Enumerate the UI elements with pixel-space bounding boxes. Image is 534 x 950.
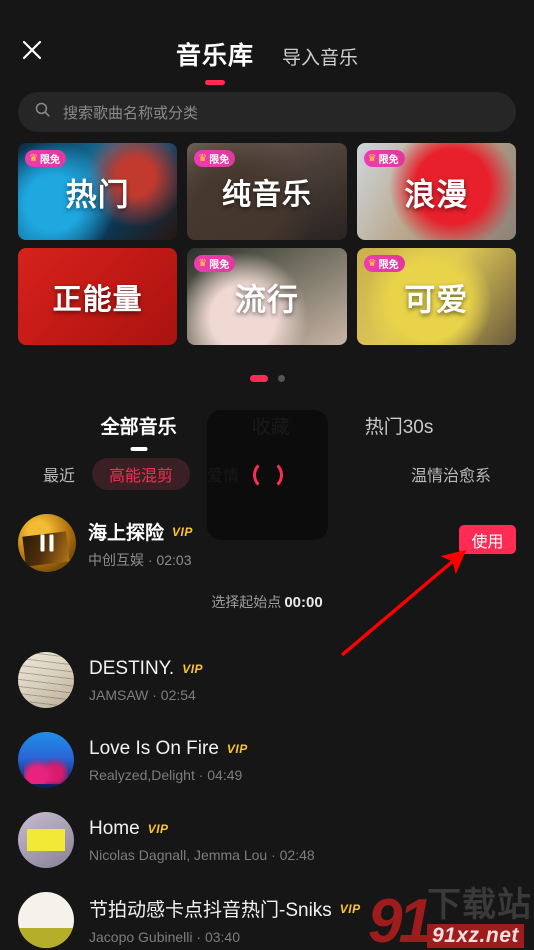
category-card-grid: ♛ 限免 热门 ♛ 限免 纯音乐 ♛ 限免 浪漫 正能量 ♛ 限免 流行 ♛ 限…	[18, 143, 516, 353]
song-cover	[18, 812, 74, 868]
crown-icon: ♛	[367, 152, 377, 164]
chip-high-energy-mix[interactable]: 高能混剪	[92, 458, 191, 490]
selected-track-meta: 中创互娱 · 02:03	[88, 552, 192, 568]
vip-badge: VIP	[339, 901, 361, 916]
badge-label: 限免	[209, 260, 230, 271]
watermark-site-name: 下载站	[427, 885, 532, 924]
song-info: Home VIP Nicolas Dagnall, Jemma Lou · 02…	[89, 818, 315, 863]
category-card-romance[interactable]: ♛ 限免 浪漫	[356, 143, 516, 240]
search-placeholder: 搜索歌曲名称或分类	[63, 104, 199, 122]
list-item[interactable]: Home VIP Nicolas Dagnall, Jemma Lou · 02…	[0, 800, 534, 880]
category-card-cute[interactable]: ♛ 限免 可爱	[356, 248, 516, 345]
category-row-2: 正能量 ♛ 限免 流行 ♛ 限免 可爱	[18, 248, 516, 345]
song-info: 节拍动感卡点抖音热门-Sniks VIP Jacopo Gubinelli · …	[89, 895, 361, 945]
loading-overlay	[207, 410, 328, 540]
music-library-screen: 音乐库 导入音乐 搜索歌曲名称或分类 ♛ 限免 热门 ♛ 限免 纯音乐 ♛ 限免…	[0, 0, 534, 950]
category-label: 热门	[65, 177, 130, 212]
badge-label: 限免	[209, 155, 230, 166]
pause-icon[interactable]	[40, 534, 54, 552]
song-title: Home	[89, 817, 140, 839]
start-point-selector[interactable]: 选择起始点 00:00	[0, 592, 534, 612]
badge-label: 限免	[39, 155, 60, 166]
vip-badge: VIP	[147, 821, 169, 836]
song-title: 节拍动感卡点抖音热门-Sniks	[89, 900, 332, 921]
chip-warm-healing[interactable]: 温情治愈系	[394, 458, 508, 490]
tab-music-library-label: 音乐库	[175, 42, 254, 70]
vip-badge: VIP	[226, 741, 248, 756]
carousel-pagination	[0, 375, 534, 382]
pagination-dot-active[interactable]	[249, 375, 268, 382]
song-title-row: DESTINY. VIP	[89, 658, 203, 680]
vip-badge: VIP	[182, 661, 204, 676]
song-subtitle: Nicolas Dagnall, Jemma Lou · 02:48	[89, 846, 315, 863]
crown-icon: ♛	[29, 152, 38, 164]
limited-free-badge: ♛ 限免	[363, 150, 405, 167]
selected-track-title: 海上探险	[88, 523, 165, 544]
category-label: 浪漫	[404, 177, 469, 212]
song-subtitle: Realyzed,Delight · 04:49	[89, 766, 243, 783]
song-cover	[18, 732, 74, 788]
search-input[interactable]: 搜索歌曲名称或分类	[18, 92, 516, 132]
song-info: DESTINY. VIP JAMSAW · 02:54	[89, 658, 203, 703]
chip-recent[interactable]: 最近	[26, 458, 92, 490]
list-item[interactable]: Love Is On Fire VIP Realyzed,Delight · 0…	[0, 720, 534, 800]
badge-label: 限免	[378, 155, 399, 166]
vip-badge: VIP	[172, 524, 193, 539]
category-card-pop[interactable]: ♛ 限免 流行	[187, 248, 347, 345]
song-info: Love Is On Fire VIP Realyzed,Delight · 0…	[89, 738, 248, 783]
badge-label: 限免	[378, 260, 399, 271]
category-card-pure-music[interactable]: ♛ 限免 纯音乐	[187, 143, 347, 240]
category-card-hot[interactable]: ♛ 限免 热门	[18, 143, 178, 240]
crown-icon: ♛	[198, 152, 208, 164]
song-title-row: Home VIP	[89, 818, 315, 840]
selected-track-title-row: 海上探险 VIP	[88, 518, 193, 545]
list-item[interactable]: DESTINY. VIP JAMSAW · 02:54	[0, 640, 534, 720]
header: 音乐库 导入音乐	[0, 0, 534, 85]
tab-music-library[interactable]: 音乐库	[175, 36, 254, 85]
start-point-value: 00:00	[284, 594, 323, 611]
search-icon	[34, 101, 51, 123]
section-tab-all-music[interactable]: 全部音乐	[100, 412, 177, 451]
category-label: 纯音乐	[221, 178, 312, 211]
song-subtitle: JAMSAW · 02:54	[89, 686, 196, 703]
song-cover	[18, 892, 74, 948]
tab-import-music[interactable]: 导入音乐	[282, 43, 358, 70]
category-row-1: ♛ 限免 热门 ♛ 限免 纯音乐 ♛ 限免 浪漫	[18, 143, 516, 240]
pagination-dot[interactable]	[277, 375, 285, 382]
loading-spinner-icon	[252, 460, 283, 490]
watermark-url: 91xz.net	[427, 923, 524, 948]
category-card-positive-energy[interactable]: 正能量	[18, 248, 178, 345]
category-label: 正能量	[52, 283, 143, 316]
song-cover	[18, 652, 74, 708]
crown-icon: ♛	[367, 257, 377, 269]
song-title: DESTINY.	[89, 657, 175, 679]
header-tabs: 音乐库 导入音乐	[0, 36, 534, 85]
limited-free-badge: ♛ 限免	[25, 150, 66, 167]
limited-free-badge: ♛ 限免	[194, 255, 236, 272]
search-bar-wrapper: 搜索歌曲名称或分类	[18, 92, 516, 132]
limited-free-badge: ♛ 限免	[363, 255, 405, 272]
start-point-label: 选择起始点	[211, 594, 282, 610]
use-button[interactable]: 使用	[459, 525, 516, 554]
song-title-row: Love Is On Fire VIP	[89, 738, 248, 760]
limited-free-badge: ♛ 限免	[194, 150, 236, 167]
song-subtitle: Jacopo Gubinelli · 03:40	[89, 929, 240, 945]
section-tab-hot-30s[interactable]: 热门30s	[365, 412, 434, 439]
section-tab-label: 全部音乐	[100, 417, 177, 438]
category-label: 可爱	[404, 282, 469, 317]
crown-icon: ♛	[198, 257, 208, 269]
active-section-indicator	[130, 447, 148, 451]
watermark: 91 下载站 91xz.net	[368, 887, 532, 950]
active-tab-indicator	[204, 80, 225, 85]
watermark-text-block: 下载站 91xz.net	[427, 888, 532, 948]
song-title: Love Is On Fire	[89, 737, 219, 759]
category-label: 流行	[234, 282, 299, 317]
watermark-logo: 91	[368, 887, 433, 950]
selected-track-album-art[interactable]	[18, 514, 76, 572]
song-title-row: 节拍动感卡点抖音热门-Sniks VIP	[89, 895, 361, 922]
